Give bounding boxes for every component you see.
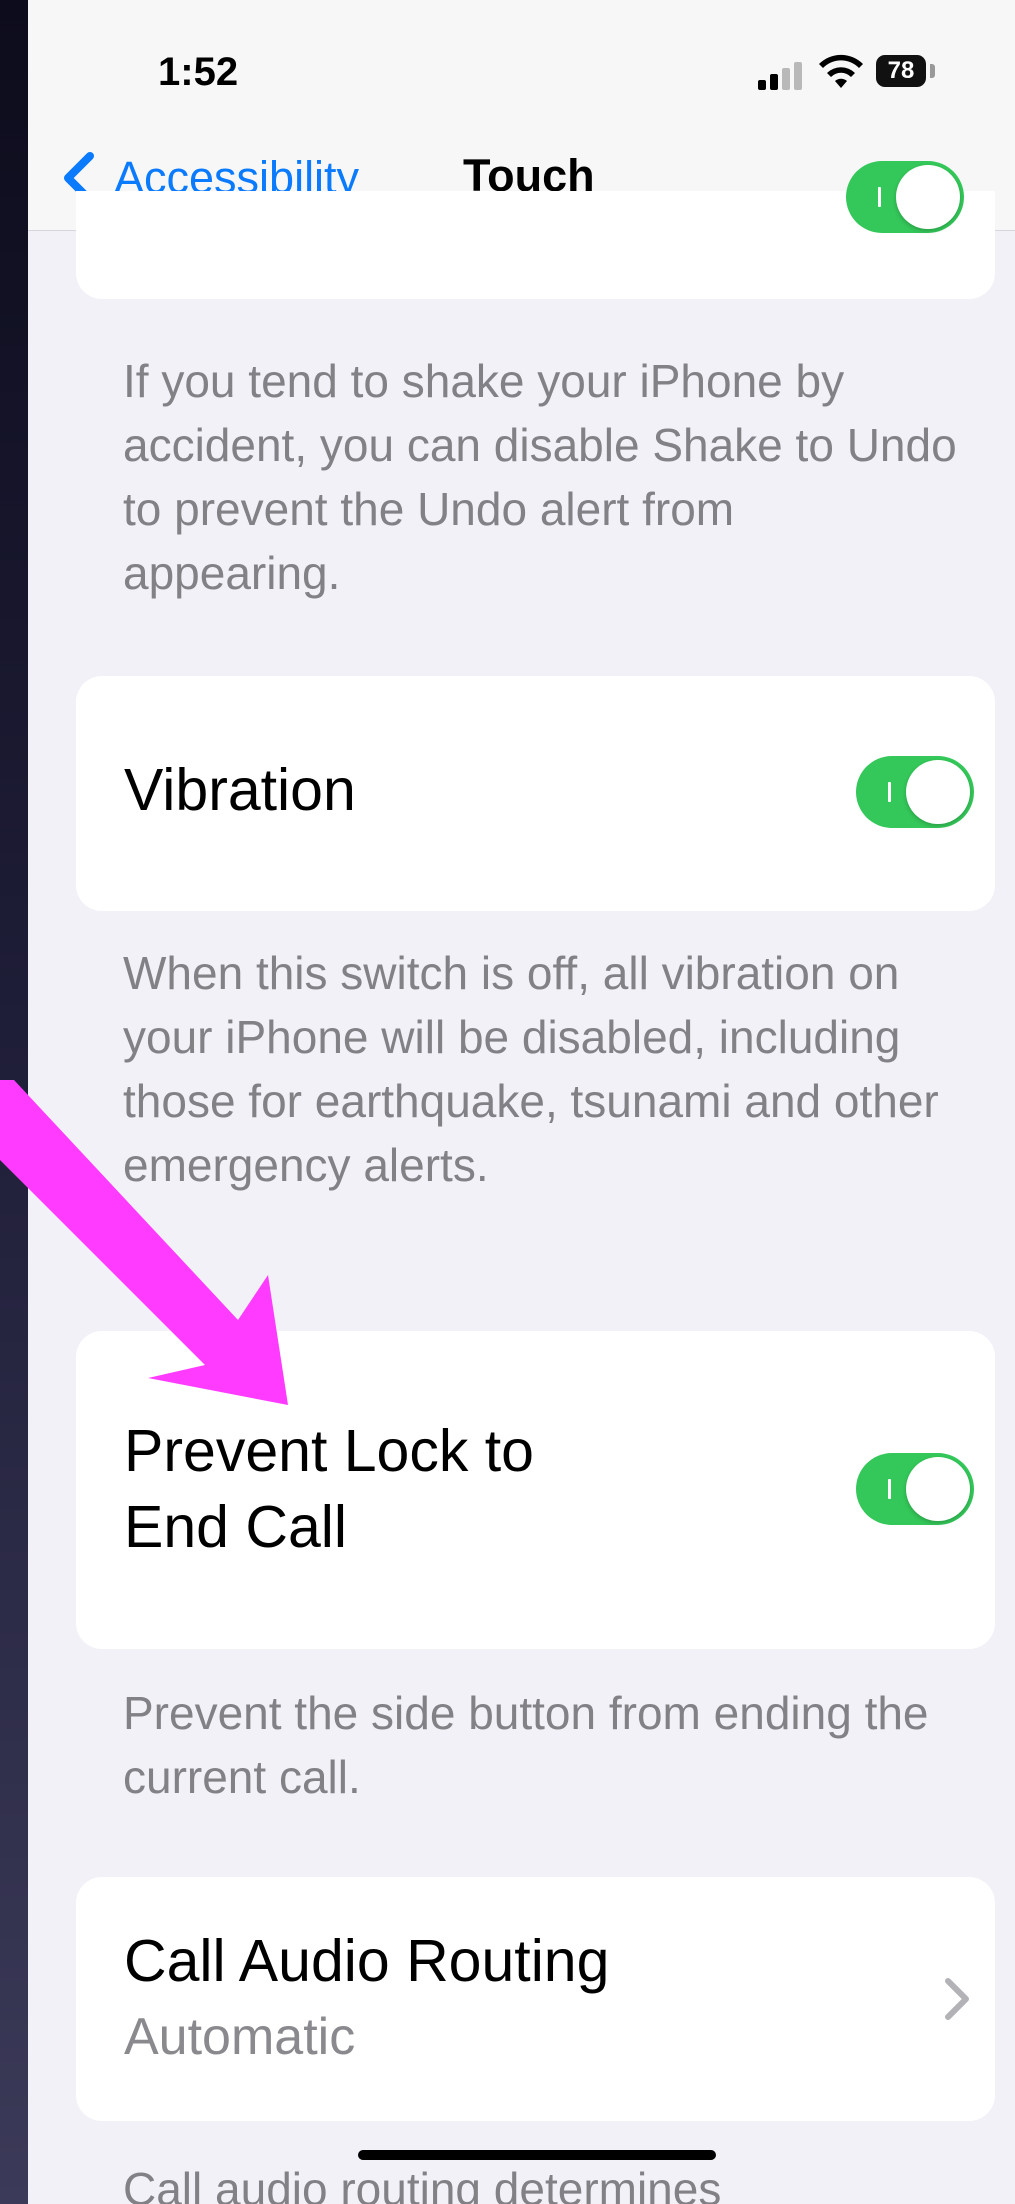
- prevent-lock-card[interactable]: Prevent Lock to End Call: [76, 1331, 995, 1649]
- prevent-lock-title-line2: End Call: [124, 1494, 348, 1560]
- vibration-footnote: When this switch is off, all vibration o…: [123, 947, 939, 1191]
- battery-icon: 78: [876, 55, 926, 87]
- vibration-title: Vibration: [124, 757, 356, 823]
- prevent-lock-title-line1: Prevent Lock to: [124, 1418, 534, 1484]
- signal-icon: [758, 62, 808, 90]
- call-audio-routing-title: Call Audio Routing: [124, 1928, 610, 1994]
- shake-to-undo-footnote: If you tend to shake your iPhone by acci…: [123, 355, 957, 599]
- status-time: 1:52: [158, 50, 239, 94]
- vibration-toggle[interactable]: [856, 756, 974, 828]
- call-audio-routing-value: Automatic: [124, 2008, 356, 2066]
- home-indicator: [358, 2150, 716, 2160]
- call-audio-routing-card[interactable]: Call Audio Routing Automatic: [76, 1877, 995, 2121]
- shake-to-undo-card: [76, 161, 995, 299]
- settings-list: If you tend to shake your iPhone by acci…: [28, 161, 1015, 2204]
- shake-to-undo-toggle[interactable]: [846, 161, 964, 233]
- vibration-card[interactable]: Vibration: [76, 676, 995, 911]
- prevent-lock-footnote: Prevent the side button from ending the …: [123, 1687, 929, 1803]
- wifi-icon: [819, 54, 863, 88]
- call-audio-routing-footnote: Call audio routing determines: [123, 2163, 722, 2204]
- battery-tip: [930, 64, 935, 78]
- prevent-lock-toggle[interactable]: [856, 1453, 974, 1525]
- status-bar: 1:52 78: [28, 0, 1015, 130]
- phone-screen: 1:52 78 Accessibility Touch If you tend …: [28, 0, 1015, 2204]
- chevron-right-icon: [945, 1978, 969, 2020]
